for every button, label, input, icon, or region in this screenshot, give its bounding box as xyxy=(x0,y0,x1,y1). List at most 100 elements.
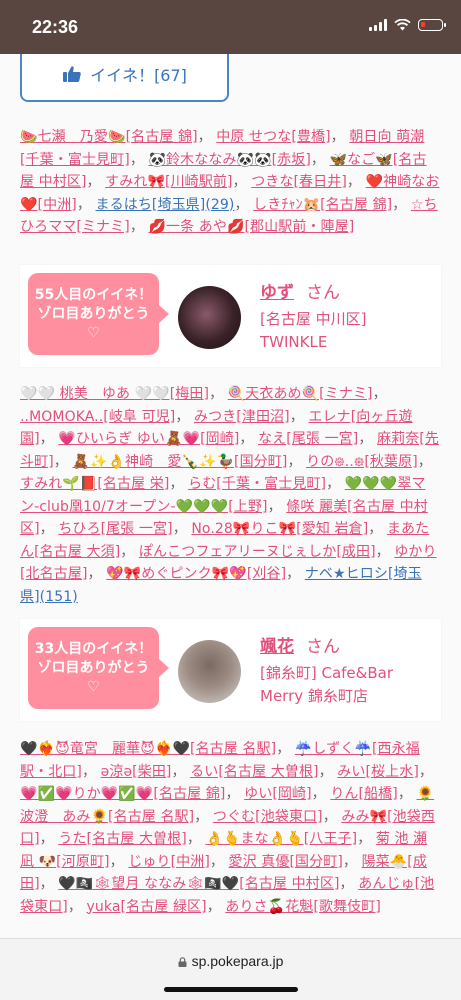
shop-label: [錦糸町] Cafe&Bar Merry 錦糸町店 xyxy=(260,664,393,705)
separator: ， xyxy=(209,386,228,402)
liker-link[interactable]: ぽんこつフェアリーヌじぇしか[成田] xyxy=(139,544,376,560)
liker-link[interactable]: なえ[尾張 一宮] xyxy=(258,431,358,447)
url-bar[interactable]: sp.pokepara.jp xyxy=(0,953,461,969)
milestone-card-2: 33人目のイイネ！ ゾロ目ありがとう ♡ 颯花 さん [錦糸町] Cafe&Bar… xyxy=(20,619,441,721)
separator: ， xyxy=(234,196,254,213)
liker-link[interactable]: らむ[千葉・富士見町] xyxy=(188,476,326,492)
separator: ， xyxy=(326,476,345,492)
separator: ， xyxy=(330,129,350,145)
lock-icon xyxy=(178,957,187,967)
badge-line-2: ゾロ目ありがとう xyxy=(37,305,150,322)
liker-link[interactable]: つきな[春日井] xyxy=(251,174,347,190)
separator: ， xyxy=(39,521,59,537)
liker-link[interactable]: じゅり[中洲] xyxy=(128,854,210,870)
milestone-badge: 33人目のイイネ！ ゾロ目ありがとう ♡ xyxy=(28,627,169,709)
separator: ， xyxy=(175,408,194,425)
status-icons xyxy=(369,19,446,31)
separator: ， xyxy=(120,543,139,560)
separator: ， xyxy=(169,476,189,492)
separator: ， xyxy=(375,543,395,560)
status-time: 22:36 xyxy=(32,17,79,37)
separator: ， xyxy=(346,174,366,190)
separator: ， xyxy=(417,453,432,470)
separator: ， xyxy=(225,786,245,802)
liker-link[interactable]: るい[名古屋 大曽根] xyxy=(190,764,318,780)
liker-link[interactable]: 🧸✨👌神崎 愛🍾✨🦆[国分町] xyxy=(72,454,287,470)
liker-link[interactable]: 🍭天衣あめ🍭[ミナミ] xyxy=(228,386,373,402)
separator: ， xyxy=(397,786,417,802)
liker-list-3: 🖤❤️‍🔥😈竜宮 麗華😈❤️‍🔥🖤[名古屋 名駅]， ☔️しずく☔️[西永福駅・… xyxy=(20,738,440,918)
liker-link[interactable]: すみれ🌱📕[名古屋 栄] xyxy=(20,476,169,492)
separator: ， xyxy=(39,431,59,447)
liker-link[interactable]: 💗ひいらぎ ゆい🧸💗[岡崎] xyxy=(58,431,239,447)
home-indicator[interactable] xyxy=(164,987,298,992)
badge-line-2: ゾロ目ありがとう xyxy=(37,659,150,676)
liker-link[interactable]: yuka[名古屋 緑区] xyxy=(87,899,207,915)
separator: ， xyxy=(109,853,129,870)
liker-link[interactable]: 💋一条 あや💋[郡山駅前・陣屋] xyxy=(148,219,354,235)
liker-link[interactable]: 💖🎀めぐピンク🎀💖[刈谷] xyxy=(106,566,286,582)
separator: ， xyxy=(53,453,73,470)
liker-link[interactable]: 💗✅💗りか💗✅💗[名古屋 錦] xyxy=(20,786,225,802)
separator: ， xyxy=(209,853,229,870)
separator: ， xyxy=(86,174,106,190)
browser-footer: sp.pokepara.jp xyxy=(0,938,461,1000)
like-button[interactable]: イイネ！[67] xyxy=(20,54,229,102)
liker-link[interactable]: 👌🫰まな👌🫰[八王子] xyxy=(205,831,357,847)
separator: ， xyxy=(368,521,387,537)
liker-link[interactable]: 🖤🏴‍☠️🕸望月 ななみ🕸🏴‍☠️🖤[名古屋 中村区] xyxy=(58,876,339,892)
honorific: さん xyxy=(306,637,340,657)
liker-link[interactable]: 🖤❤️‍🔥😈竜宮 麗華😈❤️‍🔥🖤[名古屋 名駅] xyxy=(20,741,276,757)
separator: ， xyxy=(87,566,107,582)
separator: ， xyxy=(206,898,226,915)
separator: ， xyxy=(276,741,295,757)
page-content: イイネ！[67] 🍉七瀬 乃愛🍉[名古屋 錦]， 中原 せつな[豊橋]， 朝日向… xyxy=(0,54,461,938)
liker-link[interactable]: みい[桜上水] xyxy=(337,764,419,780)
liker-link[interactable]: しきﾁｬﾝ🐹[名古屋 錦] xyxy=(253,197,392,213)
like-count-label: イイネ！[67] xyxy=(90,66,187,85)
separator: ， xyxy=(267,498,287,515)
cast-name-link[interactable]: ゆず xyxy=(260,283,294,303)
avatar[interactable] xyxy=(178,640,241,703)
liker-link[interactable]: 🐼鈴木ななみ🐼🐼[赤坂] xyxy=(148,152,310,168)
liker-link[interactable]: うた[名古屋 大曽根] xyxy=(58,831,186,847)
liker-link[interactable]: ありさ🍒花魁[歌舞伎町] xyxy=(225,899,381,915)
cast-name-link[interactable]: 颯花 xyxy=(260,637,294,657)
liker-link[interactable]: みつき[津田沼] xyxy=(194,409,290,425)
separator: ， xyxy=(76,196,96,213)
liker-link[interactable]: ə涼ə[柴田] xyxy=(101,764,172,780)
heart-icon: ♡ xyxy=(87,324,100,341)
separator: ， xyxy=(171,763,191,780)
liker-list-1: 🍉七瀬 乃愛🍉[名古屋 錦]， 中原 せつな[豊橋]， 朝日向 萌潮[千葉・富士… xyxy=(20,126,440,239)
separator: ， xyxy=(339,876,359,892)
heart-icon: ♡ xyxy=(87,678,100,695)
liker-list-2: 🤍🤍 桃美 ゆあ 🤍🤍[梅田]， 🍭天衣あめ🍭[ミナミ]， ..MOMOKA..… xyxy=(20,383,440,608)
liker-link[interactable]: 🍉七瀬 乃愛🍉[名古屋 錦] xyxy=(20,129,198,145)
liker-link[interactable]: つぐむ[池袋東口] xyxy=(213,809,323,825)
liker-link[interactable]: りの᪥..᪥[秋葉原] xyxy=(306,454,418,470)
separator: ， xyxy=(232,174,252,190)
avatar[interactable] xyxy=(178,286,241,349)
separator: ， xyxy=(418,763,434,780)
separator: ， xyxy=(322,808,342,825)
badge-line-1: 55人目のイイネ！ xyxy=(34,286,153,303)
liker-link[interactable]: すみれ🎀[川崎駅前] xyxy=(105,174,232,190)
liker-link[interactable]: まるはち[埼玉県](29) xyxy=(96,197,235,213)
separator: ， xyxy=(287,453,307,470)
liker-link[interactable]: No.28🎀りこ🎀[愛知 岩倉] xyxy=(191,521,368,537)
separator: ， xyxy=(39,831,59,847)
liker-link[interactable]: 愛沢 真優[国分町] xyxy=(229,854,343,870)
liker-link[interactable]: ちひろ[尾張 一宮] xyxy=(58,521,172,537)
liker-link[interactable]: ゆい[岡崎] xyxy=(244,786,312,802)
separator: ， xyxy=(197,129,217,145)
liker-link[interactable]: 中原 せつな[豊橋] xyxy=(216,129,330,145)
cellular-signal-icon xyxy=(369,19,387,31)
liker-link[interactable]: 🤍🤍 桃美 ゆあ 🤍🤍[梅田] xyxy=(20,386,209,402)
separator: ， xyxy=(194,808,213,825)
thumbs-up-icon xyxy=(63,66,81,82)
separator: ， xyxy=(318,763,338,780)
liker-link[interactable]: ..MOMOKA..[岐阜 可児] xyxy=(20,409,175,425)
separator: ， xyxy=(172,521,192,537)
liker-link[interactable]: りん[船橋] xyxy=(330,786,398,802)
shop-label: [名古屋 中川区] TWINKLE xyxy=(260,310,367,351)
